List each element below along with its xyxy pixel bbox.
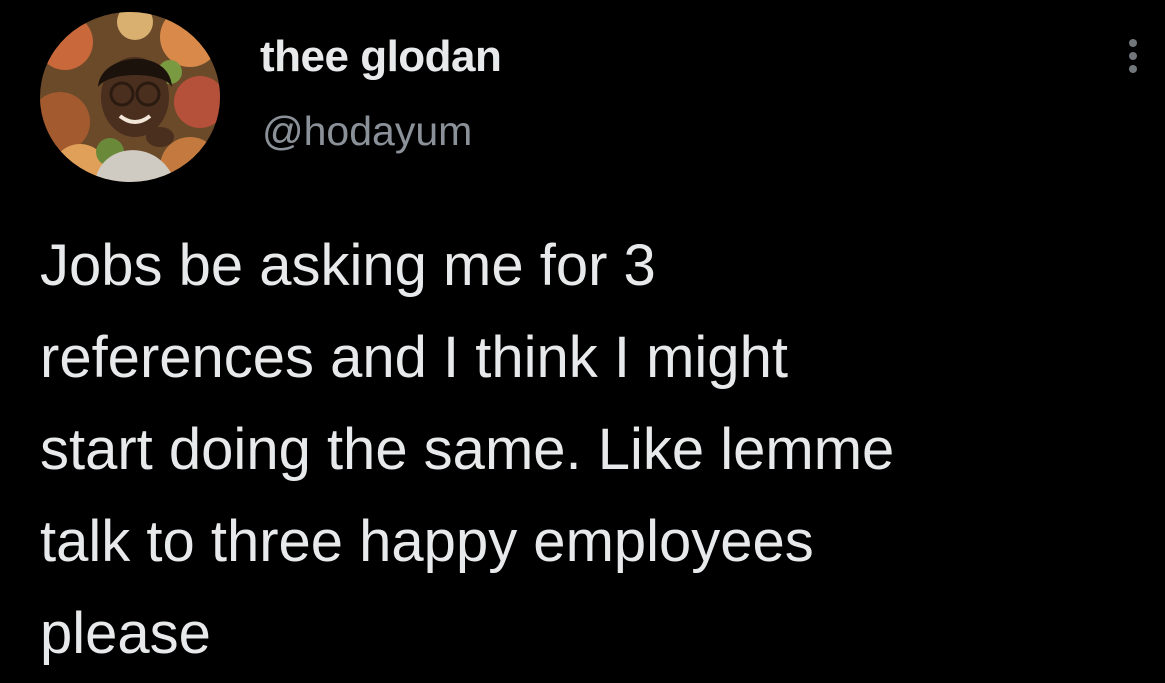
more-options-dot	[1129, 52, 1137, 60]
more-options-icon[interactable]	[1116, 30, 1150, 82]
more-options-dot	[1129, 65, 1137, 73]
more-options-dot	[1129, 39, 1137, 47]
tweet-text-line: references and I think I might	[40, 325, 788, 390]
user-handle[interactable]: @hodayum	[262, 108, 472, 155]
tweet-card: thee glodan @hodayum Jobs be asking me f…	[0, 0, 1165, 683]
tweet-text-line: start doing the same. Like lemme	[40, 417, 895, 482]
tweet-text: Jobs be asking me for 3 references and I…	[40, 220, 1150, 680]
tweet-text-line: Jobs be asking me for 3	[40, 233, 656, 298]
tweet-text-line: please	[40, 601, 211, 666]
tweet-text-line: talk to three happy employees	[40, 509, 814, 574]
profile-photo-icon	[40, 12, 220, 182]
display-name[interactable]: thee glodan	[260, 32, 502, 82]
avatar[interactable]	[40, 12, 220, 182]
